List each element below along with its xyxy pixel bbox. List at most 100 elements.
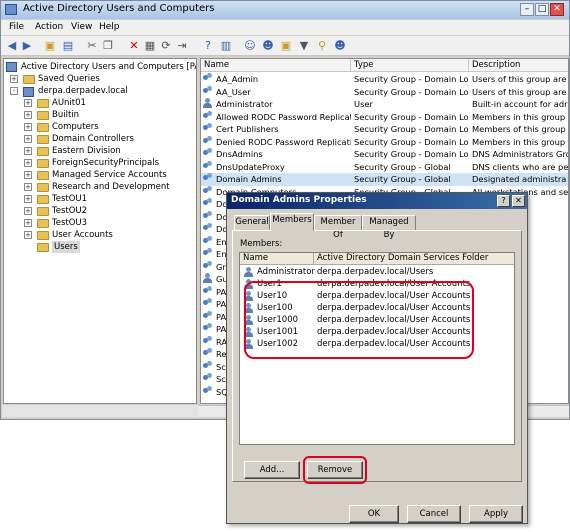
help-button[interactable]: ? xyxy=(497,195,510,207)
tree-item-label: Research and Development xyxy=(52,182,170,192)
cell-desc: Built-in account for adr xyxy=(472,99,568,109)
list-row[interactable]: DnsUpdateProxy Security Group - Global DNS… xyxy=(201,160,568,174)
expand-icon[interactable]: + xyxy=(24,159,32,167)
console-icon[interactable]: ▥ xyxy=(219,39,233,53)
group-icon xyxy=(203,123,213,132)
member-row[interactable]: User1 derpa.derpadev.local/User Accounts xyxy=(240,279,514,291)
user-icon xyxy=(244,279,253,289)
column-description[interactable]: Description xyxy=(469,59,568,72)
tree-item[interactable]: + Managed Service Accounts xyxy=(4,169,196,181)
delete-icon[interactable]: ✕ xyxy=(127,39,141,53)
expand-icon[interactable]: + xyxy=(24,123,32,131)
tree-item[interactable]: + TestOU3 xyxy=(4,217,196,229)
refresh-icon[interactable]: ⟳ xyxy=(159,39,173,53)
close-button[interactable]: ✕ xyxy=(550,3,564,16)
tree-item[interactable]: + Eastern Division xyxy=(4,145,196,157)
expand-icon[interactable]: + xyxy=(24,171,32,179)
new-user-icon[interactable]: ☺ xyxy=(243,39,257,53)
tree-item[interactable]: + Builtin xyxy=(4,109,196,121)
member-row[interactable]: User1002 derpa.derpadev.local/User Accoun… xyxy=(240,339,514,351)
filter-icon[interactable]: ▼ xyxy=(297,39,311,53)
up-folder-icon[interactable]: ▣ xyxy=(43,39,57,53)
member-row[interactable]: User100 derpa.derpadev.local/User Account… xyxy=(240,303,514,315)
dialog-close-button[interactable]: ✕ xyxy=(512,195,525,207)
new-group-icon[interactable]: ☻ xyxy=(261,39,275,53)
new-ou-icon[interactable]: ▣ xyxy=(279,39,293,53)
members-column-name[interactable]: Name xyxy=(240,253,314,265)
tree-item[interactable]: + Saved Queries xyxy=(4,73,196,85)
tree-item[interactable]: + Research and Development xyxy=(4,181,196,193)
tree-item[interactable]: + ForeignSecurityPrincipals xyxy=(4,157,196,169)
list-row[interactable]: Allowed RODC Password Replicatio...Secur… xyxy=(201,110,568,124)
expand-icon[interactable]: + xyxy=(24,135,32,143)
expand-icon[interactable]: + xyxy=(10,75,18,83)
expand-icon[interactable]: + xyxy=(24,183,32,191)
tab-general[interactable]: General xyxy=(234,215,270,230)
ok-button[interactable]: OK xyxy=(349,505,399,523)
list-row[interactable]: AA_Admin Security Group - Domain Local Use… xyxy=(201,73,568,86)
add-button[interactable]: Add... xyxy=(244,461,300,479)
forward-icon[interactable]: ▶ xyxy=(20,39,34,53)
dialog-title-bar[interactable]: Domain Admins Properties ? ✕ xyxy=(227,193,527,209)
expand-icon[interactable]: + xyxy=(24,147,32,155)
tab-members[interactable]: Members xyxy=(270,213,314,231)
find-icon[interactable]: ⚲ xyxy=(315,39,329,53)
list-row[interactable]: AA_User Security Group - Domain Local User… xyxy=(201,85,568,99)
tree-item[interactable]: + User Accounts xyxy=(4,229,196,241)
tree-item[interactable]: Users xyxy=(4,241,196,253)
folder-icon xyxy=(37,135,49,144)
menu-help[interactable]: Help xyxy=(99,22,120,32)
menu-file[interactable]: File xyxy=(9,22,24,32)
tab-managed-by[interactable]: Managed By xyxy=(362,215,416,240)
minimize-button[interactable]: – xyxy=(520,3,534,16)
tree-item-label: Saved Queries xyxy=(38,74,100,84)
group-icon xyxy=(203,260,213,270)
menu-action[interactable]: Action xyxy=(35,22,63,32)
tree-item[interactable]: + TestOU2 xyxy=(4,205,196,217)
title-bar[interactable]: Active Directory Users and Computers – □… xyxy=(1,1,569,19)
expand-icon[interactable]: + xyxy=(24,195,32,203)
user-icon xyxy=(244,339,253,349)
remove-button[interactable]: Remove xyxy=(307,461,363,479)
tree-item[interactable]: + Computers xyxy=(4,121,196,133)
list-row[interactable]: DnsAdmins Security Group - Domain Local DN… xyxy=(201,148,568,161)
column-name[interactable]: Name xyxy=(201,59,351,72)
apply-button[interactable]: Apply xyxy=(469,505,523,523)
tree-icon[interactable]: ▤ xyxy=(61,39,75,53)
add-to-group-icon[interactable]: ☻ xyxy=(333,39,347,53)
list-row[interactable]: Denied RODC Password Replicatio... Securi… xyxy=(201,135,568,149)
tab-member-of[interactable]: Member Of xyxy=(314,215,362,240)
member-row[interactable]: Administrator derpa.derpadev.local/Users xyxy=(240,267,514,279)
expand-icon[interactable]: + xyxy=(24,219,32,227)
member-row[interactable]: User1001 derpa.derpadev.local/User Accoun… xyxy=(240,327,514,339)
expand-icon[interactable]: + xyxy=(24,99,32,107)
member-row[interactable]: User10 derpa.derpadev.local/User Accounts xyxy=(240,291,514,303)
expand-icon[interactable]: + xyxy=(24,207,32,215)
window-title: Active Directory Users and Computers xyxy=(23,3,215,14)
cut-icon[interactable]: ✂ xyxy=(85,39,99,53)
tree-item-label: TestOU1 xyxy=(52,194,88,204)
copy-icon[interactable]: ❐ xyxy=(101,39,115,53)
tree-item[interactable]: + AUnit01 xyxy=(4,97,196,109)
list-row[interactable]: Cert Publishers Security Group - Domain L… xyxy=(201,123,568,136)
tree-item[interactable]: + TestOU1 xyxy=(4,193,196,205)
members-list[interactable]: Name Active Directory Domain Services Fo… xyxy=(239,252,515,445)
maximize-button[interactable]: □ xyxy=(535,3,549,16)
member-row[interactable]: User1000 derpa.derpadev.local/User Accoun… xyxy=(240,315,514,327)
export-icon[interactable]: ⇥ xyxy=(175,39,189,53)
column-type[interactable]: Type xyxy=(351,59,469,72)
menu-view[interactable]: View xyxy=(71,22,92,32)
list-row[interactable]: Administrator User Built-in account for ad… xyxy=(201,98,568,111)
tree-item[interactable]: - derpa.derpadev.local xyxy=(4,85,196,97)
properties-icon[interactable]: ▦ xyxy=(143,39,157,53)
collapse-icon[interactable]: - xyxy=(10,87,18,95)
tree-scrollbar[interactable] xyxy=(2,405,198,417)
help-icon[interactable]: ? xyxy=(201,39,215,53)
list-row[interactable]: Domain Admins Security Group - Global Desi… xyxy=(201,173,568,186)
expand-icon[interactable]: + xyxy=(24,111,32,119)
cancel-button[interactable]: Cancel xyxy=(407,505,461,523)
expand-icon[interactable]: + xyxy=(24,231,32,239)
members-column-folder[interactable]: Active Directory Domain Services Folder xyxy=(314,253,514,265)
back-icon[interactable]: ◀ xyxy=(5,39,19,53)
tree-item[interactable]: + Domain Controllers xyxy=(4,133,196,145)
